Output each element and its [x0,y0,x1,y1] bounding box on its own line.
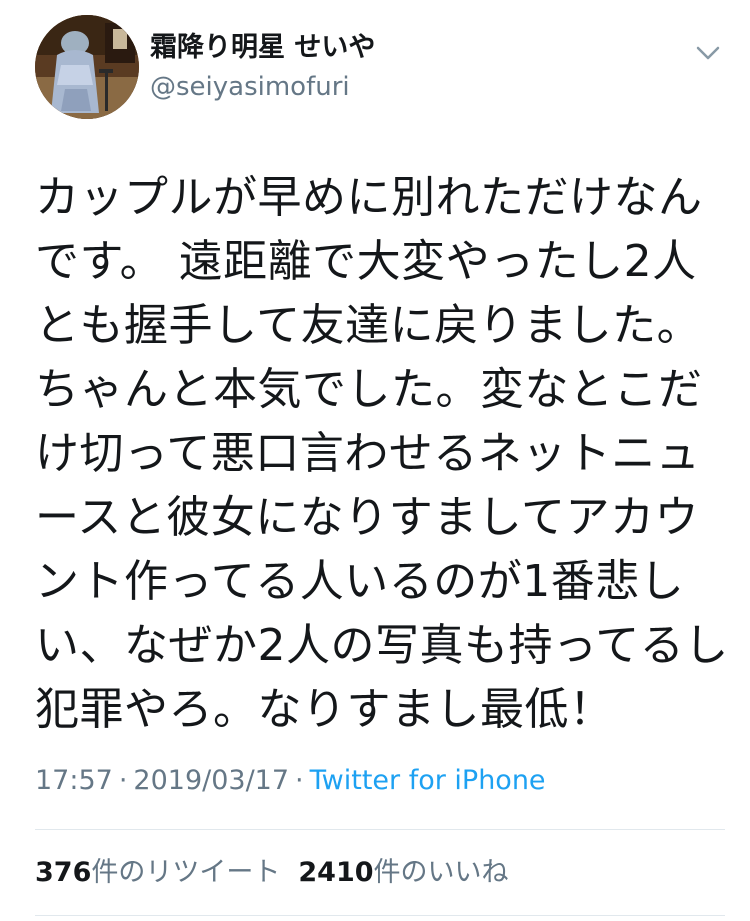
likes-label: 件のいいね [373,857,509,888]
avatar-photo [35,15,139,119]
avatar[interactable] [35,15,139,119]
retweets-label: 件のリツイート [91,857,281,888]
tweet-time: 17:57 [35,765,113,796]
user-handle[interactable]: @seiyasimofuri [150,70,350,104]
retweets-count: 376 [35,857,92,888]
tweet-source-link[interactable]: Twitter for iPhone [310,765,546,796]
meta-separator-2: · [295,765,304,796]
meta-separator: · [118,765,128,796]
tweet-meta: 17:57 · 2019/03/17 · Twitter for iPhone [35,763,546,799]
retweets-stat[interactable]: 376件のリツイート [35,857,280,888]
chevron-down-icon[interactable] [693,38,723,68]
divider [35,829,725,830]
tweet-header: 霜降り明星 せいや @seiyasimofuri [0,0,750,140]
divider-bottom [35,915,725,916]
tweet-text: カップルが早めに別れただけなん です。 遠距離で大変やったし2人 とも握手して友… [35,172,729,735]
tweet-date: 2019/03/17 [133,765,290,796]
display-name[interactable]: 霜降り明星 せいや [150,30,375,66]
tweet-stats: 376件のリツイート 2410件のいいね [35,855,509,891]
tweet-detail: 霜降り明星 せいや @seiyasimofuri カップルが早めに別れただけなん… [0,0,750,921]
likes-count: 2410 [298,857,374,888]
likes-stat[interactable]: 2410件のいいね [298,857,508,888]
